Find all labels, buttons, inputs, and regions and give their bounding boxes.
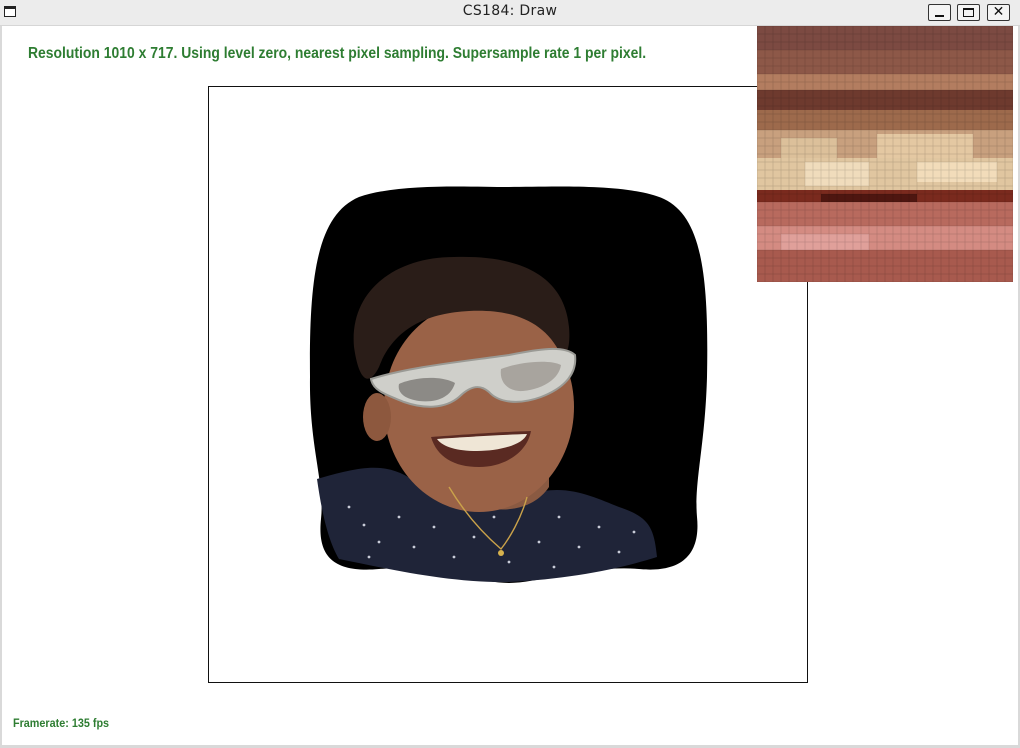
ear-region <box>363 393 391 441</box>
render-info-text: Resolution 1010 x 717. Using level zero,… <box>28 45 647 62</box>
app-window: CS184: Draw ✕ Resolution 1010 x 717. Usi… <box>0 0 1020 748</box>
face-region <box>384 302 574 512</box>
necklace-pendant <box>498 550 504 556</box>
maximize-icon <box>958 5 979 20</box>
framerate-text: Framerate: 135 fps <box>13 716 110 730</box>
textured-image <box>309 186 708 583</box>
title-bar[interactable]: CS184: Draw ✕ <box>0 0 1020 26</box>
close-button[interactable]: ✕ <box>987 4 1010 21</box>
window-frame-left <box>0 26 2 748</box>
window-title: CS184: Draw <box>462 3 558 19</box>
minimize-button[interactable] <box>928 4 951 21</box>
close-icon: ✕ <box>992 4 1005 20</box>
minimize-icon <box>929 5 950 20</box>
zoom-magnifier <box>757 26 1013 282</box>
maximize-button[interactable] <box>957 4 980 21</box>
zoomed-pixels <box>757 26 1013 282</box>
drawing-canvas[interactable] <box>208 86 808 683</box>
